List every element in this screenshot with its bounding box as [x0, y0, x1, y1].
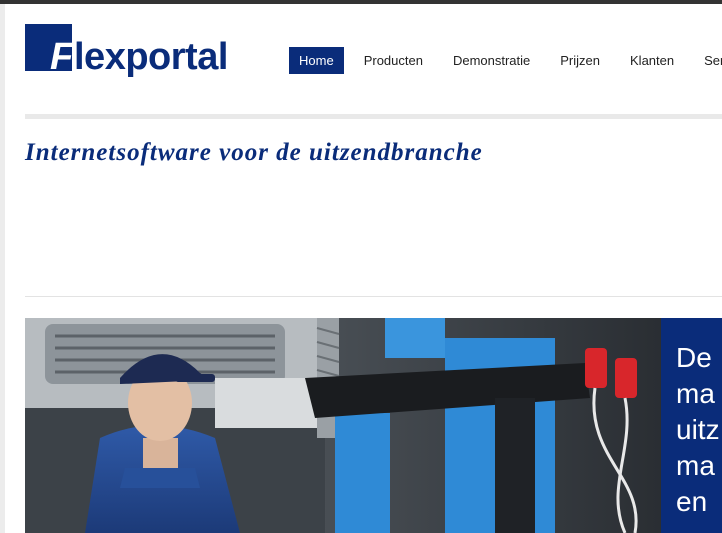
- header-divider: [25, 114, 722, 119]
- hero-line: en: [676, 486, 708, 517]
- content-divider: [25, 296, 722, 297]
- nav-item-service[interactable]: Service: [694, 47, 722, 74]
- logo-letter: F: [50, 36, 74, 78]
- hero-line: uitz: [676, 414, 720, 445]
- page: F lexportal Home Producten Demonstratie …: [0, 0, 722, 533]
- nav-item-home[interactable]: Home: [289, 47, 344, 74]
- main-nav: Home Producten Demonstratie Prijzen Klan…: [289, 47, 722, 74]
- nav-item-klanten[interactable]: Klanten: [620, 47, 684, 74]
- hero-line: De: [676, 342, 712, 373]
- page-tagline: Internetsoftware voor de uitzendbranche: [25, 139, 483, 166]
- hero-text: De ma uitz ma en: [676, 340, 720, 520]
- nav-item-producten[interactable]: Producten: [354, 47, 433, 74]
- hero-line: ma: [676, 450, 715, 481]
- hero-photo-mechanic: [25, 318, 661, 533]
- hero-line: ma: [676, 378, 715, 409]
- nav-item-demonstratie[interactable]: Demonstratie: [443, 47, 540, 74]
- flexportal-logo[interactable]: F lexportal: [25, 24, 235, 76]
- nav-item-prijzen[interactable]: Prijzen: [550, 47, 610, 74]
- hero-banner: De ma uitz ma en: [25, 318, 722, 533]
- hero-text-panel: De ma uitz ma en: [661, 318, 722, 533]
- left-edge: [0, 4, 5, 533]
- logo-text: lexportal: [74, 36, 228, 78]
- top-bar: [0, 0, 722, 4]
